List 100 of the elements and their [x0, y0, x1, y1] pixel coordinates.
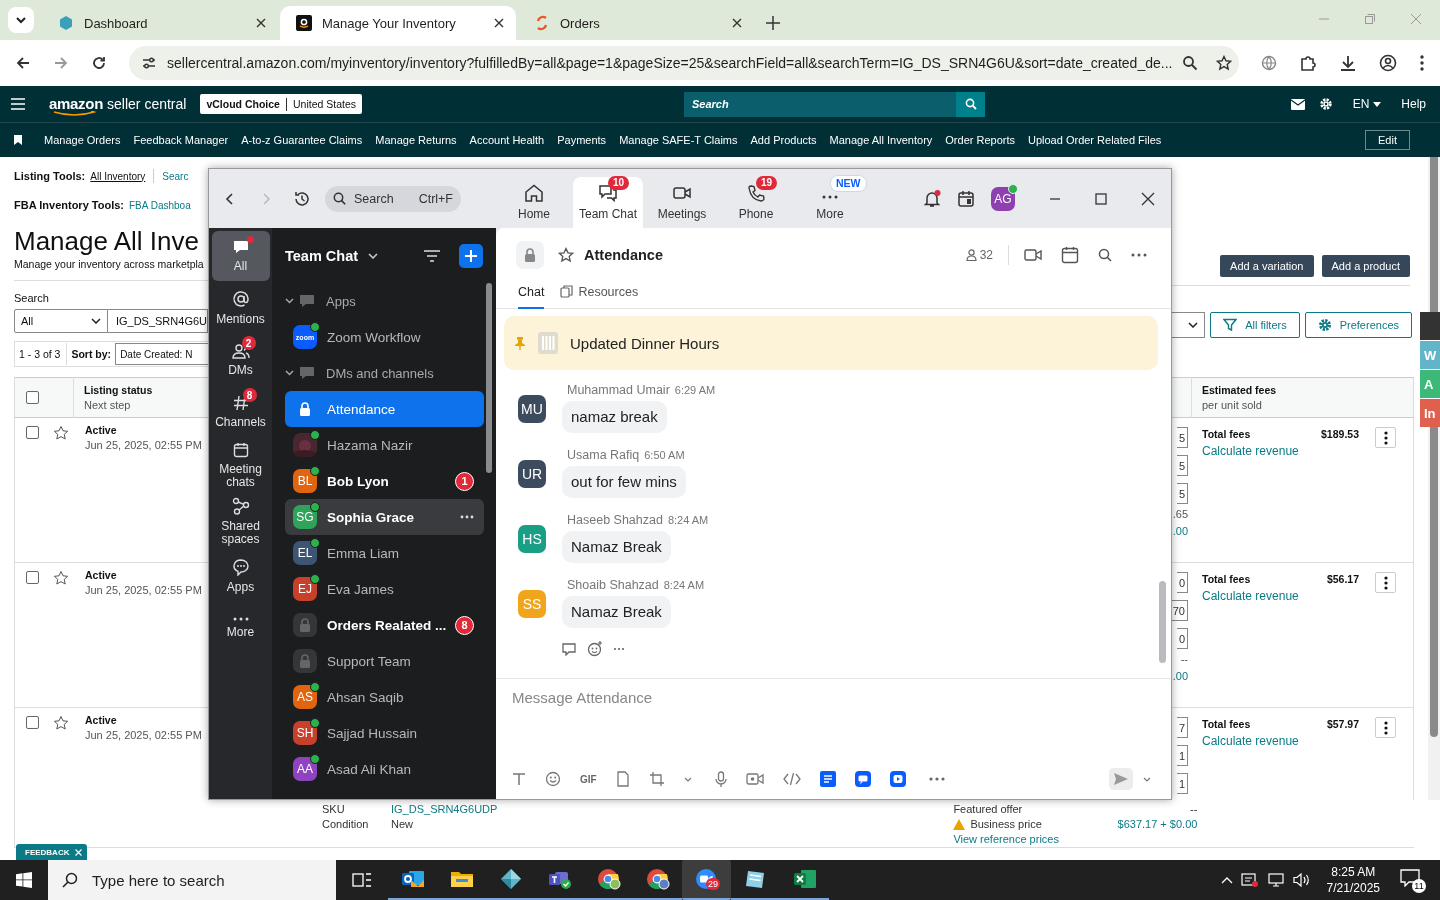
chevron-down-icon[interactable]	[368, 252, 379, 259]
network-icon[interactable]	[1266, 872, 1285, 888]
forward-icon[interactable]	[53, 55, 69, 71]
search-icon[interactable]	[1098, 248, 1112, 262]
sidebar-item[interactable]: 2 DMs	[211, 335, 270, 385]
mail-icon[interactable]	[1290, 98, 1305, 110]
search-button[interactable]	[956, 91, 985, 117]
price-field[interactable]: 5	[1176, 427, 1188, 448]
message-field[interactable]: Message Attendance	[512, 688, 1112, 706]
conversation-item[interactable]: AA Asad Ali Khan	[285, 751, 484, 787]
sidebar-item[interactable]: Mentions	[211, 283, 270, 333]
star-icon[interactable]	[53, 425, 69, 441]
app-tab[interactable]: Home	[499, 177, 569, 228]
close-icon[interactable]	[1141, 191, 1155, 206]
conversation-item[interactable]: EL Emma Liam	[285, 535, 484, 571]
back-icon[interactable]	[225, 192, 235, 205]
more-icon[interactable]	[613, 647, 625, 651]
app-tab[interactable]: Meetings	[647, 177, 717, 228]
panel-title[interactable]: Team Chat	[285, 247, 359, 264]
maximize-icon[interactable]	[1095, 192, 1107, 205]
row-menu-button[interactable]	[1375, 572, 1396, 593]
globe-icon[interactable]	[1261, 55, 1277, 71]
price-field[interactable]: 0	[1176, 572, 1188, 593]
volume-icon[interactable]	[1292, 872, 1311, 888]
clock-date[interactable]: 7/21/2025	[1326, 880, 1380, 896]
nav-link[interactable]: Account Health	[469, 134, 545, 146]
more-icon[interactable]	[460, 515, 474, 519]
conversation-item[interactable]: AS Ahsan Saqib	[285, 679, 484, 715]
tools-link[interactable]: All Inventory	[90, 170, 146, 182]
browser-tab[interactable]: Manage Your Inventory	[280, 6, 516, 40]
search-field[interactable]: IG_DS_SRN4G6U	[107, 309, 208, 333]
sidebar-item[interactable]: All	[211, 231, 270, 281]
calendar-icon[interactable]	[1061, 246, 1079, 264]
chat-tab[interactable]: Chat	[518, 282, 545, 309]
filter-button[interactable]: Preferences	[1304, 312, 1412, 338]
sort-select[interactable]: Date Created: N	[115, 343, 208, 365]
extensions-icon[interactable]	[1299, 54, 1317, 72]
microphone-icon[interactable]	[714, 771, 727, 787]
language-selector[interactable]: EN	[1346, 96, 1388, 112]
gif-button[interactable]: GIF	[580, 773, 597, 785]
sidebar-item[interactable]: Shared spaces	[211, 494, 270, 549]
sidebar-item[interactable]: 8 Channels	[211, 387, 270, 437]
file-icon[interactable]	[615, 771, 630, 787]
row-checkbox[interactable]	[26, 716, 39, 729]
text-format-icon[interactable]	[512, 772, 526, 786]
reload-icon[interactable]	[91, 55, 107, 71]
nav-link[interactable]: Upload Order Related Files	[1028, 134, 1162, 146]
download-icon[interactable]	[1339, 54, 1357, 72]
menu-icon[interactable]	[1419, 54, 1425, 72]
profile-icon[interactable]	[1379, 54, 1397, 72]
tools-link[interactable]: FBA Dashboa	[129, 199, 191, 211]
reply-icon[interactable]	[561, 642, 577, 656]
price-field[interactable]: 0	[1176, 628, 1188, 649]
chat-tab[interactable]: Resources	[560, 282, 639, 309]
scrollbar[interactable]	[1159, 581, 1166, 663]
tools-link[interactable]: Searc	[162, 170, 189, 182]
profile-avatar[interactable]: AG	[991, 186, 1015, 211]
action-button[interactable]: Add a product	[1321, 255, 1410, 277]
chat-app-icon[interactable]	[854, 771, 871, 787]
settings-icon[interactable]	[1318, 97, 1333, 111]
taskbar-app[interactable]: 29	[682, 860, 731, 900]
conversation-item[interactable]: SH Sajjad Hussain	[285, 715, 484, 751]
pinned-banner[interactable]: Updated Dinner Hours	[504, 316, 1158, 370]
app-tab[interactable]: NEW More	[795, 177, 865, 228]
action-button[interactable]: Add a variation	[1220, 255, 1314, 277]
price-field[interactable]: 1	[1176, 773, 1188, 794]
star-icon[interactable]	[53, 570, 69, 586]
nav-link[interactable]: Manage Returns	[375, 134, 457, 146]
screenshot-icon[interactable]	[648, 771, 665, 787]
sku-link[interactable]: IG_DS_SRN4G6UDP	[391, 802, 498, 817]
close-tab-icon[interactable]	[256, 18, 266, 28]
star-icon[interactable]	[53, 715, 69, 731]
zoom-magnifier-icon[interactable]	[1182, 55, 1199, 71]
calendar-icon[interactable]	[957, 189, 975, 208]
calculate-revenue-link[interactable]: Calculate revenue	[1202, 589, 1299, 603]
notification-bell-icon[interactable]	[923, 189, 941, 208]
conversation-item[interactable]: Orders Realated ... 8	[285, 607, 484, 643]
conversation-item[interactable]: SG Sophia Grace	[285, 499, 484, 535]
more-icon[interactable]	[928, 777, 945, 781]
bookmark-icon[interactable]	[14, 135, 22, 145]
scrollbar[interactable]	[486, 283, 492, 473]
nav-link[interactable]: Order Reports	[945, 134, 1015, 146]
nav-link[interactable]: Payments	[557, 134, 607, 146]
conversation-item[interactable]: Hazama Nazir	[285, 427, 484, 463]
row-checkbox[interactable]	[26, 571, 39, 584]
browser-tab[interactable]: Orders	[518, 6, 754, 40]
sidebar-item[interactable]: Meeting chats	[211, 439, 270, 492]
calculate-revenue-link[interactable]: Calculate revenue	[1202, 444, 1299, 458]
close-tab-icon[interactable]	[732, 18, 742, 28]
price-field[interactable]: 7	[1176, 717, 1188, 738]
clip-app-icon[interactable]	[889, 771, 906, 787]
help-link[interactable]: Help	[1401, 97, 1426, 111]
nav-link[interactable]: Manage All Inventory	[829, 134, 933, 146]
nav-link[interactable]: Manage SAFE-T Claims	[619, 134, 738, 146]
address-field[interactable]: sellercentral.amazon.com/myinventory/inventory?fulfilledBy=all&page=1&pageSize=25&searchField=all&searchTerm=IG_DS_SRN4G6U&sort=date_created_de...	[129, 46, 1239, 80]
edit-button[interactable]: Edit	[1365, 130, 1410, 150]
conversation-item[interactable]: BL Bob Lyon 1	[285, 463, 484, 499]
section-header[interactable]: Apps	[285, 283, 484, 319]
price-field[interactable]: 5	[1176, 483, 1188, 504]
clock-time[interactable]: 8:25 AM	[1331, 864, 1376, 880]
